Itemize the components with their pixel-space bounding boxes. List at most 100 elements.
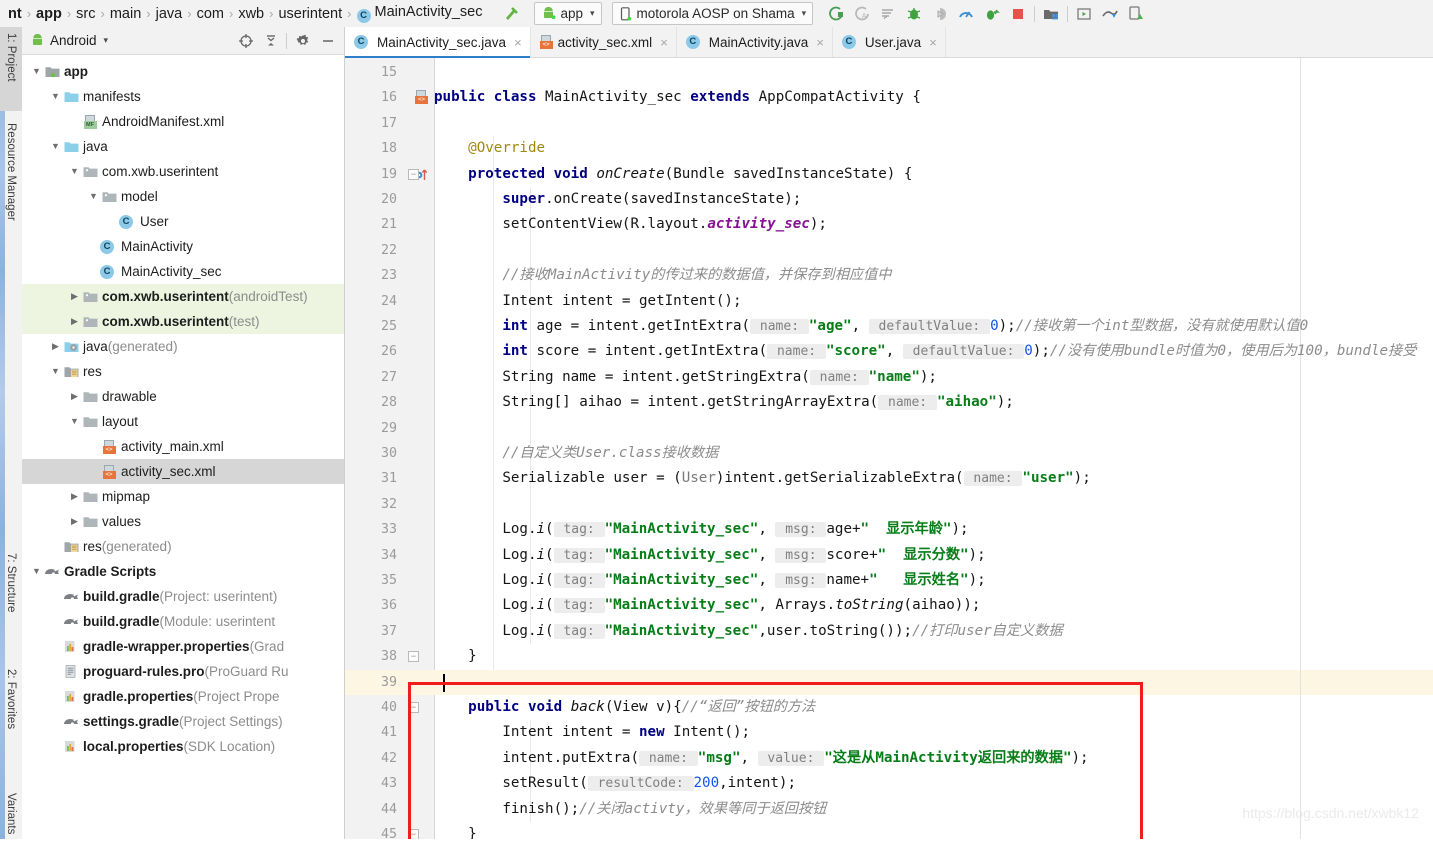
breadcrumb-item-app[interactable]: app [32,6,66,22]
tree-node-mipmap[interactable]: ▶ mipmap [22,484,344,509]
chevron-down-icon[interactable]: ▼ [49,134,62,159]
tree-node-res[interactable]: res (generated) [22,534,344,559]
tree-node-com-xwb-userintent[interactable]: ▼ com.xwb.userintent [22,159,344,184]
run-configuration-selector[interactable]: app ▾ [534,2,602,25]
editor-tab-activity-sec-xml[interactable]: <> activity_sec.xml × [531,27,677,57]
tree-node-gradle-wrapper-properties[interactable]: gradle-wrapper.properties (Grad [22,634,344,659]
code-line[interactable]: setContentView(R.layout.activity_sec); [434,212,827,237]
chevron-right-icon[interactable]: ▶ [68,309,81,334]
tree-node-build-gradle[interactable]: build.gradle (Project: userintent) [22,584,344,609]
code-line[interactable]: String[] aihao = intent.getStringArrayEx… [434,390,1014,415]
sidebar-item-favorites[interactable]: 2: Favorites [0,663,22,773]
close-icon[interactable]: × [816,35,824,50]
chevron-down-icon[interactable]: ▼ [30,59,43,84]
sidebar-item-structure[interactable]: 7: Structure [0,547,22,657]
breadcrumb-item-src[interactable]: src [72,6,99,22]
code-line[interactable] [434,492,443,517]
code-line[interactable] [434,60,443,85]
locate-icon[interactable] [233,29,258,53]
layout-inspector-icon[interactable] [1123,2,1149,26]
code-fold-handle[interactable]: − [408,651,419,663]
sdk-manager-icon[interactable] [1097,2,1123,26]
editor-tab-mainactivity-sec-java[interactable]: C MainActivity_sec.java × [345,27,531,58]
collapse-all-icon[interactable] [258,29,283,53]
tree-node-values[interactable]: ▶ values [22,509,344,534]
tree-node-proguard-rules-pro[interactable]: proguard-rules.pro (ProGuard Ru [22,659,344,684]
code-line[interactable]: Serializable user = (User)intent.getSeri… [434,466,1091,491]
chevron-right-icon[interactable]: ▶ [49,334,62,359]
code-line[interactable]: //接收MainActivity的传过来的数据值，并保存到相应值中 [434,263,891,288]
breadcrumb-item-java[interactable]: java [152,6,187,22]
code-line[interactable] [434,111,443,136]
tree-node-local-properties[interactable]: local.properties (SDK Location) [22,734,344,759]
tree-node-gradle-properties[interactable]: gradle.properties (Project Prope [22,684,344,709]
device-selector[interactable]: motorola AOSP on Shama ▾ [611,2,814,25]
code-line[interactable]: Log.i( tag: "MainActivity_sec",user.toSt… [434,619,1063,644]
device-file-explorer-icon[interactable] [1071,2,1097,26]
chevron-down-icon[interactable]: ▼ [49,84,62,109]
chevron-right-icon[interactable]: ▶ [68,484,81,509]
code-editor[interactable]: 15 16 17 18 19 20 21 22 23 24 25 26 27 28 29 30 31 32 33 34… [345,58,1433,839]
code-line[interactable]: protected void onCreate(Bundle savedInst… [434,162,912,187]
xml-relation-icon[interactable]: <> [415,89,428,105]
code-line[interactable]: //自定义类User.class接收数据 [434,441,718,466]
breadcrumb-item-mainactivity-sec[interactable]: C MainActivity_sec [353,4,487,23]
code-line[interactable]: Log.i( tag: "MainActivity_sec", msg: age… [434,517,969,542]
breadcrumb-item-com[interactable]: com [193,6,228,22]
code-line[interactable]: } [434,644,477,669]
tree-node-androidmanifest-xml[interactable]: MF AndroidManifest.xml [22,109,344,134]
close-icon[interactable]: × [514,35,522,50]
tree-node-settings-gradle[interactable]: settings.gradle (Project Settings) [22,709,344,734]
tree-node-app[interactable]: ▼ app [22,59,344,84]
chevron-down-icon[interactable]: ▼ [30,559,43,584]
chevron-right-icon[interactable]: ▶ [68,384,81,409]
tree-node-java[interactable]: ▶ java (generated) [22,334,344,359]
stop-icon[interactable] [1005,2,1031,26]
breadcrumb-item-main[interactable]: main [106,6,145,22]
code-line[interactable]: int score = intent.getIntExtra( name: "s… [434,339,1416,364]
tree-node-res[interactable]: ▼ res [22,359,344,384]
code-line[interactable]: Intent intent = getIntent(); [434,289,741,314]
tree-node-mainactivity-sec[interactable]: C MainActivity_sec [22,259,344,284]
sidebar-item-resource-manager[interactable]: Resource Manager [0,117,22,277]
tree-node-com-xwb-userintent[interactable]: ▶ com.xwb.userintent (androidTest) [22,284,344,309]
code-line[interactable]: String name = intent.getStringExtra( nam… [434,365,937,390]
avd-manager-icon[interactable] [1038,2,1064,26]
tree-node-build-gradle[interactable]: build.gradle (Module: userintent [22,609,344,634]
editor-tab-mainactivity-java[interactable]: C MainActivity.java × [677,27,833,57]
breadcrumb-item-userintent[interactable]: userintent [274,6,346,22]
gear-icon[interactable] [290,29,315,53]
rerun-icon[interactable]: A [849,2,875,26]
breadcrumb-item-xwb[interactable]: xwb [234,6,268,22]
code-fold-handle[interactable]: − [408,168,419,180]
code-line[interactable]: public class MainActivity_sec extends Ap… [434,85,921,110]
breadcrumb[interactable]: nt › app › src › main › java › com › xwb › userintent ›… [0,4,486,23]
hammer-icon[interactable] [498,2,524,26]
sidebar-item-project[interactable]: 1: Project [0,27,22,111]
apply-changes-icon[interactable] [979,2,1005,26]
chevron-down-icon[interactable]: ▼ [68,159,81,184]
tree-node-java[interactable]: ▼ java [22,134,344,159]
code-line[interactable] [434,238,443,263]
sidebar-item-variants[interactable]: Variants [0,787,22,857]
chevron-right-icon[interactable]: ▶ [68,509,81,534]
tree-node-model[interactable]: ▼ model [22,184,344,209]
close-icon[interactable]: × [929,35,937,50]
tree-node-drawable[interactable]: ▶ drawable [22,384,344,409]
run-icon[interactable] [823,2,849,26]
breadcrumb-item-nt[interactable]: nt [4,6,26,22]
tree-node-user[interactable]: C User [22,209,344,234]
profiler-icon[interactable] [953,2,979,26]
attach-debugger-icon[interactable] [927,2,953,26]
project-tree[interactable]: ▼ app ▼ manifests MF AndroidManifest.xml ▼ java… [22,55,344,759]
hide-icon[interactable] [315,29,340,53]
code-line[interactable]: Log.i( tag: "MainActivity_sec", Arrays.t… [434,593,980,618]
run-with-coverage-list-icon[interactable] [875,2,901,26]
tree-node-activity-main-xml[interactable]: <> activity_main.xml [22,434,344,459]
close-icon[interactable]: × [660,35,668,50]
debug-icon[interactable] [901,2,927,26]
chevron-down-icon[interactable]: ▼ [49,359,62,384]
code-line[interactable] [434,416,443,441]
code-line[interactable]: super.onCreate(savedInstanceState); [434,187,801,212]
editor-tab-user-java[interactable]: C User.java × [833,27,946,57]
